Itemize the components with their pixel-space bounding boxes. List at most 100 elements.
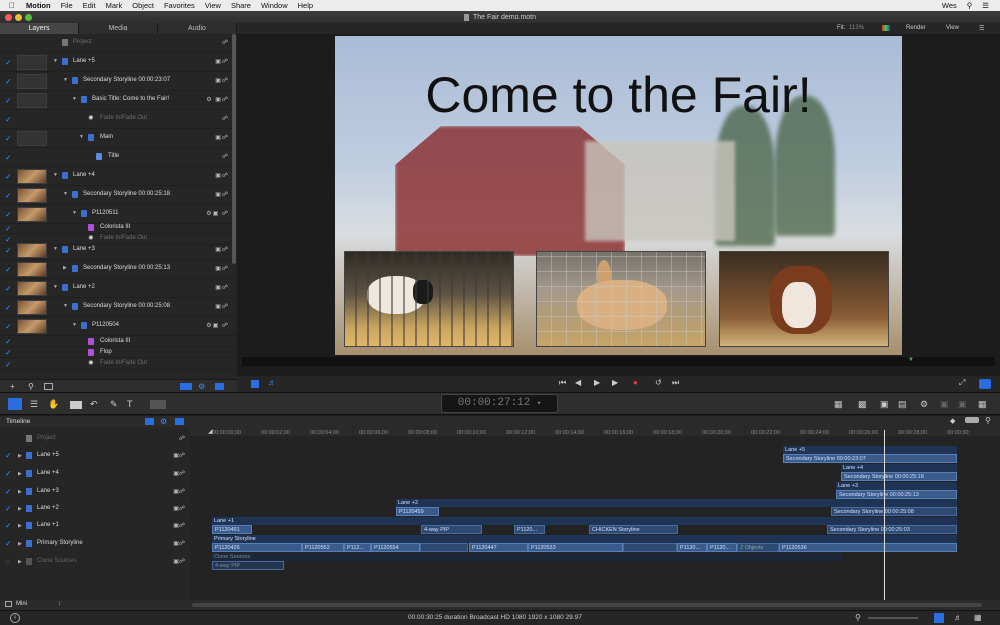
layer-checkbox[interactable]: ✓ [5, 153, 12, 162]
search-icon[interactable]: ⚲ [962, 1, 978, 10]
timeline-clip[interactable] [420, 543, 468, 552]
shape-tool-icon[interactable] [70, 401, 82, 409]
layer-checkbox[interactable]: ✓ [5, 210, 12, 219]
thumbnail-toggle-icon[interactable] [44, 383, 53, 390]
timeline-clip[interactable]: Secondary Storyline 00:00:25:03 [827, 525, 957, 534]
menu-mark[interactable]: Mark [101, 1, 128, 10]
timeline-ruler[interactable]: ◢ 00:00:00;00 00:00:02;00 00:00:04;00 00… [190, 416, 1000, 436]
track-size-label[interactable]: Mini [16, 601, 27, 607]
layer-controls-icon[interactable]: ▣☍ [215, 191, 229, 198]
timeline-clip[interactable]: Secondary Storyline 00:00:25:08 [831, 507, 957, 516]
tab-layers[interactable]: Layers [0, 23, 79, 34]
timeline-clip[interactable]: P1120426 [212, 543, 302, 552]
chevron-updown-icon[interactable]: ↕ [58, 601, 61, 607]
audio-icon[interactable]: ♬ [268, 378, 276, 387]
layers-scrollbar[interactable] [232, 34, 236, 264]
disclosure-triangle-icon[interactable]: ▶ [18, 471, 22, 477]
timeline-view-icon[interactable] [145, 418, 154, 425]
generators-icon[interactable]: ▤ [898, 399, 907, 410]
disclosure-triangle-icon[interactable]: ▶ [63, 265, 67, 271]
bezier-tool-icon[interactable]: ↶ [90, 399, 98, 410]
layer-checkbox[interactable]: ✓ [5, 134, 12, 143]
chevron-down-icon[interactable]: ▾ [537, 400, 541, 408]
layer-row[interactable]: ✓ ▶ Secondary Storyline 00:00:25:13 ▣☍ [0, 260, 237, 279]
disclosure-triangle-icon[interactable]: ▶ [18, 453, 22, 459]
layer-controls-icon[interactable]: ▣☍ [215, 172, 229, 179]
share-icon[interactable]: ▣ [940, 399, 949, 410]
grid-icon[interactable]: ▦ [978, 399, 987, 410]
lock-icon[interactable]: ☍ [222, 39, 229, 46]
track-row[interactable]: ✓ ▶ Lane +4 ▣☍ [0, 465, 190, 483]
camera-icon[interactable]: ▣ [880, 399, 889, 410]
layer-checkbox[interactable]: ✓ [5, 77, 12, 86]
disclosure-triangle-icon[interactable]: ▼ [53, 58, 58, 64]
layer-row[interactable]: ✓ Colorista III [0, 336, 237, 347]
paint-stroke-tool-icon[interactable]: ✎ [110, 399, 118, 410]
track-controls-icon[interactable]: ▣☍ [173, 488, 185, 495]
zoom-slider[interactable] [868, 617, 918, 619]
track-controls-icon[interactable]: ▣☍ [173, 452, 185, 459]
layer-controls-icon[interactable]: ⚙▣ ☍ [206, 210, 229, 217]
app-menu[interactable]: Motion [21, 1, 56, 10]
timeline-clip[interactable]: P1120... [514, 525, 545, 534]
layout-icon[interactable]: ☰ [979, 25, 984, 32]
layer-row[interactable]: ✓ Title ☍ [0, 148, 237, 167]
disclosure-triangle-icon[interactable]: ▼ [72, 210, 77, 216]
select-tool-icon[interactable] [8, 398, 22, 410]
disclosure-triangle-icon[interactable]: ▶ [18, 506, 22, 512]
disclosure-triangle-icon[interactable]: ▼ [63, 77, 68, 83]
layer-controls-icon[interactable]: ▣☍ [215, 58, 229, 65]
layer-row[interactable]: ✓ Flop [0, 347, 237, 358]
transform-tool-icon[interactable]: ☰ [30, 399, 38, 410]
layer-controls-icon[interactable]: ▣☍ [215, 284, 229, 291]
layer-row[interactable]: ✓ ▼ Secondary Storyline 00:00:25:18 ▣☍ [0, 186, 237, 205]
track-size-icon[interactable] [5, 601, 12, 607]
track-controls-icon[interactable]: ▣☍ [173, 522, 185, 529]
track-row[interactable]: ✓ ▶ Lane +3 ▣☍ [0, 483, 190, 501]
layer-checkbox[interactable]: ✓ [5, 246, 12, 255]
lane-bar[interactable]: Lane +4 [841, 464, 957, 472]
layer-row[interactable]: ✓ ▼ Secondary Storyline 00:00:23:07 ▣☍ [0, 72, 237, 91]
mini-timeline[interactable] [242, 357, 995, 366]
layer-row[interactable]: ✓ ▼ P1120504 ⚙▣ ☍ [0, 317, 237, 336]
track-checkbox[interactable]: ✓ [5, 487, 12, 496]
timeline-clip[interactable]: P1120459 [396, 507, 439, 516]
menu-view[interactable]: View [200, 1, 226, 10]
search-icon[interactable]: ⚲ [28, 382, 34, 391]
track-row[interactable]: ✓ ▶ Lane +1 ▣☍ [0, 517, 190, 535]
tab-media[interactable]: Media [79, 23, 158, 34]
audio-tracks-icon[interactable] [175, 418, 184, 425]
menu-object[interactable]: Object [127, 1, 159, 10]
disclosure-triangle-icon[interactable]: ▼ [72, 322, 77, 328]
play-button[interactable]: ▶ [612, 378, 618, 387]
disclosure-triangle-icon[interactable]: ▼ [53, 246, 58, 252]
settings-gear-icon[interactable]: ⚙ [920, 399, 928, 410]
tab-audio[interactable]: Audio [158, 23, 237, 34]
timeline-clip[interactable]: Secondary Storyline 00:00:25:13 [836, 490, 957, 499]
out-marker-icon[interactable]: ◆ [950, 417, 955, 425]
timeline-clip[interactable]: Secondary Storyline 00:00:25:18 [841, 472, 957, 481]
timeline-clip[interactable]: P1120533 [528, 543, 623, 552]
layer-checkbox[interactable]: ✓ [5, 284, 12, 293]
zoom-window-button[interactable] [25, 14, 32, 21]
playhead-marker-icon[interactable]: ▼ [908, 357, 914, 366]
track-checkbox[interactable]: ✓ [5, 504, 12, 513]
mask-tool-icon[interactable] [150, 400, 166, 409]
list-icon[interactable]: ☰ [977, 1, 994, 10]
close-window-button[interactable] [5, 14, 12, 21]
next-frame-button[interactable]: ▶ [594, 378, 600, 387]
disclosure-triangle-icon[interactable]: ▶ [18, 489, 22, 495]
cow-photo[interactable] [719, 251, 889, 347]
timeline-clip[interactable]: 4-way PIP [212, 561, 284, 570]
minimize-window-button[interactable] [15, 14, 22, 21]
layer-checkbox[interactable]: ✓ [5, 348, 12, 357]
record-button[interactable]: ● [633, 378, 638, 387]
layer-row[interactable]: ✓ ▼ Lane +3 ▣☍ [0, 241, 237, 260]
zoom-slider-icon[interactable] [965, 417, 979, 423]
layer-row[interactable]: ✓ ✹ Fade In/Fade Out [0, 358, 237, 370]
lane-bar[interactable]: Clone Sources [212, 553, 842, 561]
color-channels-icon[interactable] [882, 25, 890, 31]
lock-icon[interactable]: ☍ [222, 115, 229, 122]
timeline-clip[interactable]: 4-way PIP [421, 525, 482, 534]
track-checkbox[interactable]: ✓ [5, 521, 12, 530]
